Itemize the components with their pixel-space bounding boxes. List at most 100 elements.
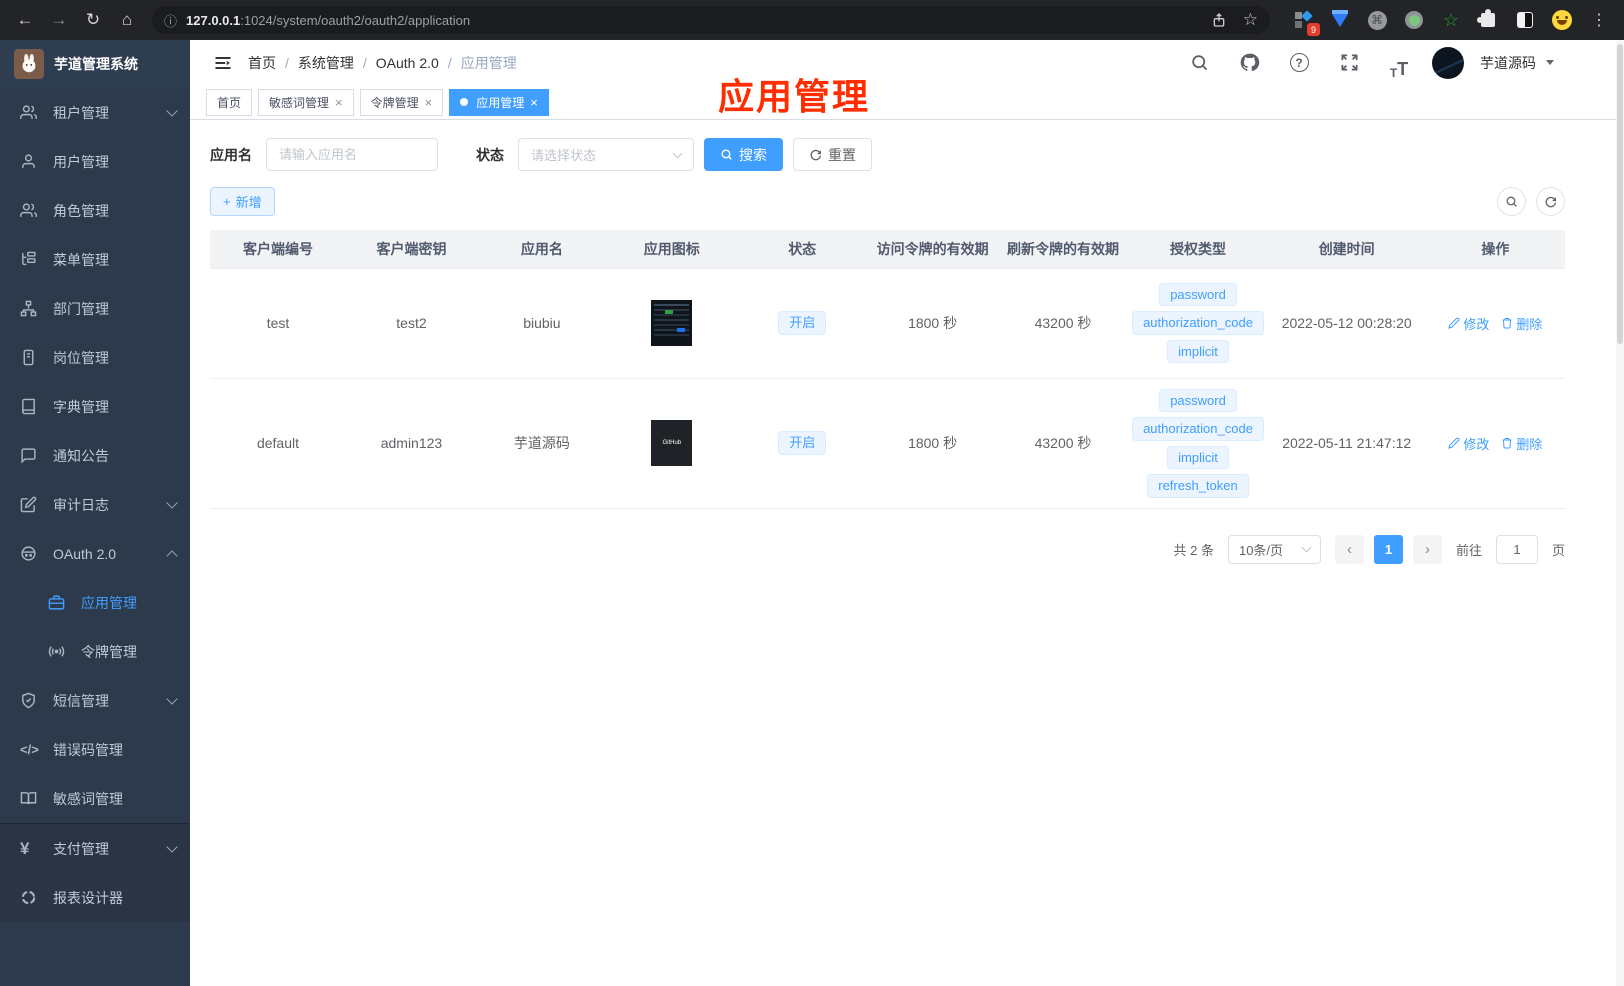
close-icon[interactable]: ×	[530, 95, 538, 110]
avatar[interactable]	[1432, 46, 1464, 79]
sidebar-item-menu[interactable]: 菜单管理	[0, 235, 190, 284]
sidebar-item-user[interactable]: 用户管理	[0, 137, 190, 186]
sidebar-item-post[interactable]: 岗位管理	[0, 333, 190, 382]
breadcrumb-system[interactable]: 系统管理	[298, 53, 354, 73]
sidebar-item-oauth-application[interactable]: 应用管理	[0, 578, 190, 627]
red-annotation-label: 应用管理	[718, 76, 871, 117]
search-button[interactable]: 搜索	[704, 138, 783, 171]
extension-command-icon[interactable]: ⌘	[1366, 9, 1388, 31]
delete-link[interactable]: 删除	[1501, 314, 1542, 333]
cell-created-at: 2022-05-12 00:28:20	[1267, 268, 1426, 379]
sidebar-item-payment[interactable]: ¥ 支付管理	[0, 824, 190, 873]
goto-label: 前往	[1455, 542, 1482, 558]
edit-link[interactable]: 修改	[1448, 434, 1489, 453]
extension-gem-icon[interactable]	[1329, 9, 1351, 31]
open-book-icon	[20, 790, 37, 807]
user-menu-caret-icon[interactable]	[1546, 60, 1554, 65]
col-refresh-ttl: 刷新令牌的有效期	[997, 230, 1129, 269]
user-icon	[20, 153, 37, 170]
close-icon[interactable]: ×	[335, 95, 343, 110]
profile-avatar-icon[interactable]	[1551, 9, 1573, 31]
browser-menu-icon[interactable]: ⋮	[1588, 9, 1610, 31]
col-app-name: 应用名	[476, 230, 607, 269]
delete-link[interactable]: 删除	[1501, 434, 1542, 453]
main-content: 应用管理 首页 / 系统管理 / OAuth 2.0 / 应用管理 ? T T …	[190, 40, 1624, 986]
browser-home-button[interactable]: ⌂	[112, 5, 142, 35]
signal-waves-icon	[48, 643, 65, 660]
sidebar-menu: 租户管理 用户管理 角色管理 菜单管理 部门管理 岗位管理 字典管理 通知公告 …	[0, 88, 190, 986]
page-number-button[interactable]: 1	[1373, 534, 1403, 564]
share-icon[interactable]	[1211, 12, 1227, 28]
cell-app-name: 芋道源码	[476, 378, 607, 509]
sidebar: 芋道管理系统 租户管理 用户管理 角色管理 菜单管理 部门管理 岗位管理 字典管…	[0, 40, 190, 986]
sidebar-item-sensitive-words[interactable]: 敏感词管理	[0, 774, 190, 823]
address-bar[interactable]: ⓘ 127.0.0.1:1024/system/oauth2/oauth2/ap…	[152, 6, 1270, 34]
sidebar-item-errcode[interactable]: </> 错误码管理	[0, 725, 190, 774]
browser-forward-button[interactable]: →	[44, 5, 74, 35]
page-size-select[interactable]: 10条/页	[1227, 534, 1321, 564]
help-icon[interactable]: ?	[1282, 46, 1316, 80]
tab-token-manage[interactable]: 令牌管理 ×	[359, 88, 444, 116]
extension-grid-icon[interactable]: 9	[1292, 9, 1320, 36]
chevron-down-icon	[166, 840, 178, 853]
briefcase-icon	[48, 594, 65, 611]
bookmark-star-icon[interactable]: ☆	[1243, 10, 1258, 30]
pagination: 共 2 条 10条/页 ‹ 1 › 前往 页	[210, 534, 1565, 584]
sidebar-item-oauth[interactable]: OAuth 2.0	[0, 529, 190, 578]
app-title: 芋道管理系统	[54, 56, 138, 72]
sidebar-item-oauth-token[interactable]: 令牌管理	[0, 627, 190, 676]
content-header: 首页 / 系统管理 / OAuth 2.0 / 应用管理 ? T T 芋道源码	[190, 40, 1624, 85]
search-icon[interactable]	[1182, 46, 1216, 80]
close-icon[interactable]: ×	[425, 95, 433, 110]
goto-page-input[interactable]	[1495, 534, 1538, 564]
sidebar-item-sms[interactable]: 短信管理	[0, 676, 190, 725]
robot-icon	[20, 545, 37, 562]
username-label[interactable]: 芋道源码	[1480, 53, 1536, 73]
browser-back-button[interactable]: ←	[10, 5, 40, 35]
dark-reader-icon[interactable]	[1514, 9, 1536, 31]
reset-button[interactable]: 重置	[793, 138, 872, 171]
next-page-button[interactable]: ›	[1412, 534, 1442, 564]
fullscreen-icon[interactable]	[1332, 46, 1366, 80]
extension-badge: 9	[1307, 23, 1320, 36]
app-logo-row[interactable]: 芋道管理系统	[0, 40, 190, 88]
app-name-input[interactable]	[266, 138, 438, 171]
edit-link[interactable]: 修改	[1448, 314, 1489, 333]
tab-application-manage[interactable]: 应用管理 ×	[449, 88, 549, 116]
browser-reload-button[interactable]: ↻	[78, 5, 108, 35]
cell-app-name: biubiu	[476, 268, 607, 379]
sidebar-item-tenant[interactable]: 租户管理	[0, 88, 190, 137]
breadcrumb-oauth[interactable]: OAuth 2.0	[376, 55, 439, 71]
grant-tag: implicit	[1167, 339, 1229, 364]
sidebar-item-notice[interactable]: 通知公告	[0, 431, 190, 480]
extensions-puzzle-icon[interactable]	[1477, 9, 1499, 31]
sidebar-item-dict[interactable]: 字典管理	[0, 382, 190, 431]
grant-tag: password	[1159, 282, 1237, 307]
sidebar-item-audit-log[interactable]: 审计日志	[0, 480, 190, 529]
total-count-label: 共 2 条	[1173, 542, 1214, 558]
cell-access-ttl: 1800 秒	[867, 378, 998, 509]
browser-toolbar: ← → ↻ ⌂ ⓘ 127.0.0.1:1024/system/oauth2/o…	[0, 0, 1624, 40]
tab-sensitive-words[interactable]: 敏感词管理 ×	[258, 88, 354, 116]
font-size-icon[interactable]: TT	[1382, 46, 1416, 80]
extension-star-icon[interactable]: ☆	[1440, 9, 1462, 31]
site-info-icon[interactable]: ⓘ	[164, 11, 177, 30]
edit-log-icon	[20, 496, 37, 513]
extension-recorder-icon[interactable]	[1403, 9, 1425, 31]
status-select[interactable]: 请选择状态	[518, 138, 694, 171]
tab-home[interactable]: 首页	[206, 88, 253, 116]
sidebar-item-report-designer[interactable]: 报表设计器	[0, 873, 190, 922]
sidebar-item-role[interactable]: 角色管理	[0, 186, 190, 235]
book-icon	[20, 398, 37, 415]
status-badge: 开启	[778, 311, 827, 335]
sidebar-collapse-icon[interactable]	[214, 55, 232, 71]
add-button[interactable]: + 新增	[210, 187, 275, 216]
breadcrumb-home[interactable]: 首页	[248, 53, 276, 73]
scrollbar[interactable]	[1616, 40, 1624, 986]
github-icon[interactable]	[1232, 46, 1266, 80]
refresh-table-button[interactable]	[1536, 187, 1565, 216]
toggle-search-button[interactable]	[1497, 187, 1526, 216]
org-chart-icon	[20, 300, 37, 317]
sidebar-item-dept[interactable]: 部门管理	[0, 284, 190, 333]
prev-page-button[interactable]: ‹	[1334, 534, 1364, 564]
